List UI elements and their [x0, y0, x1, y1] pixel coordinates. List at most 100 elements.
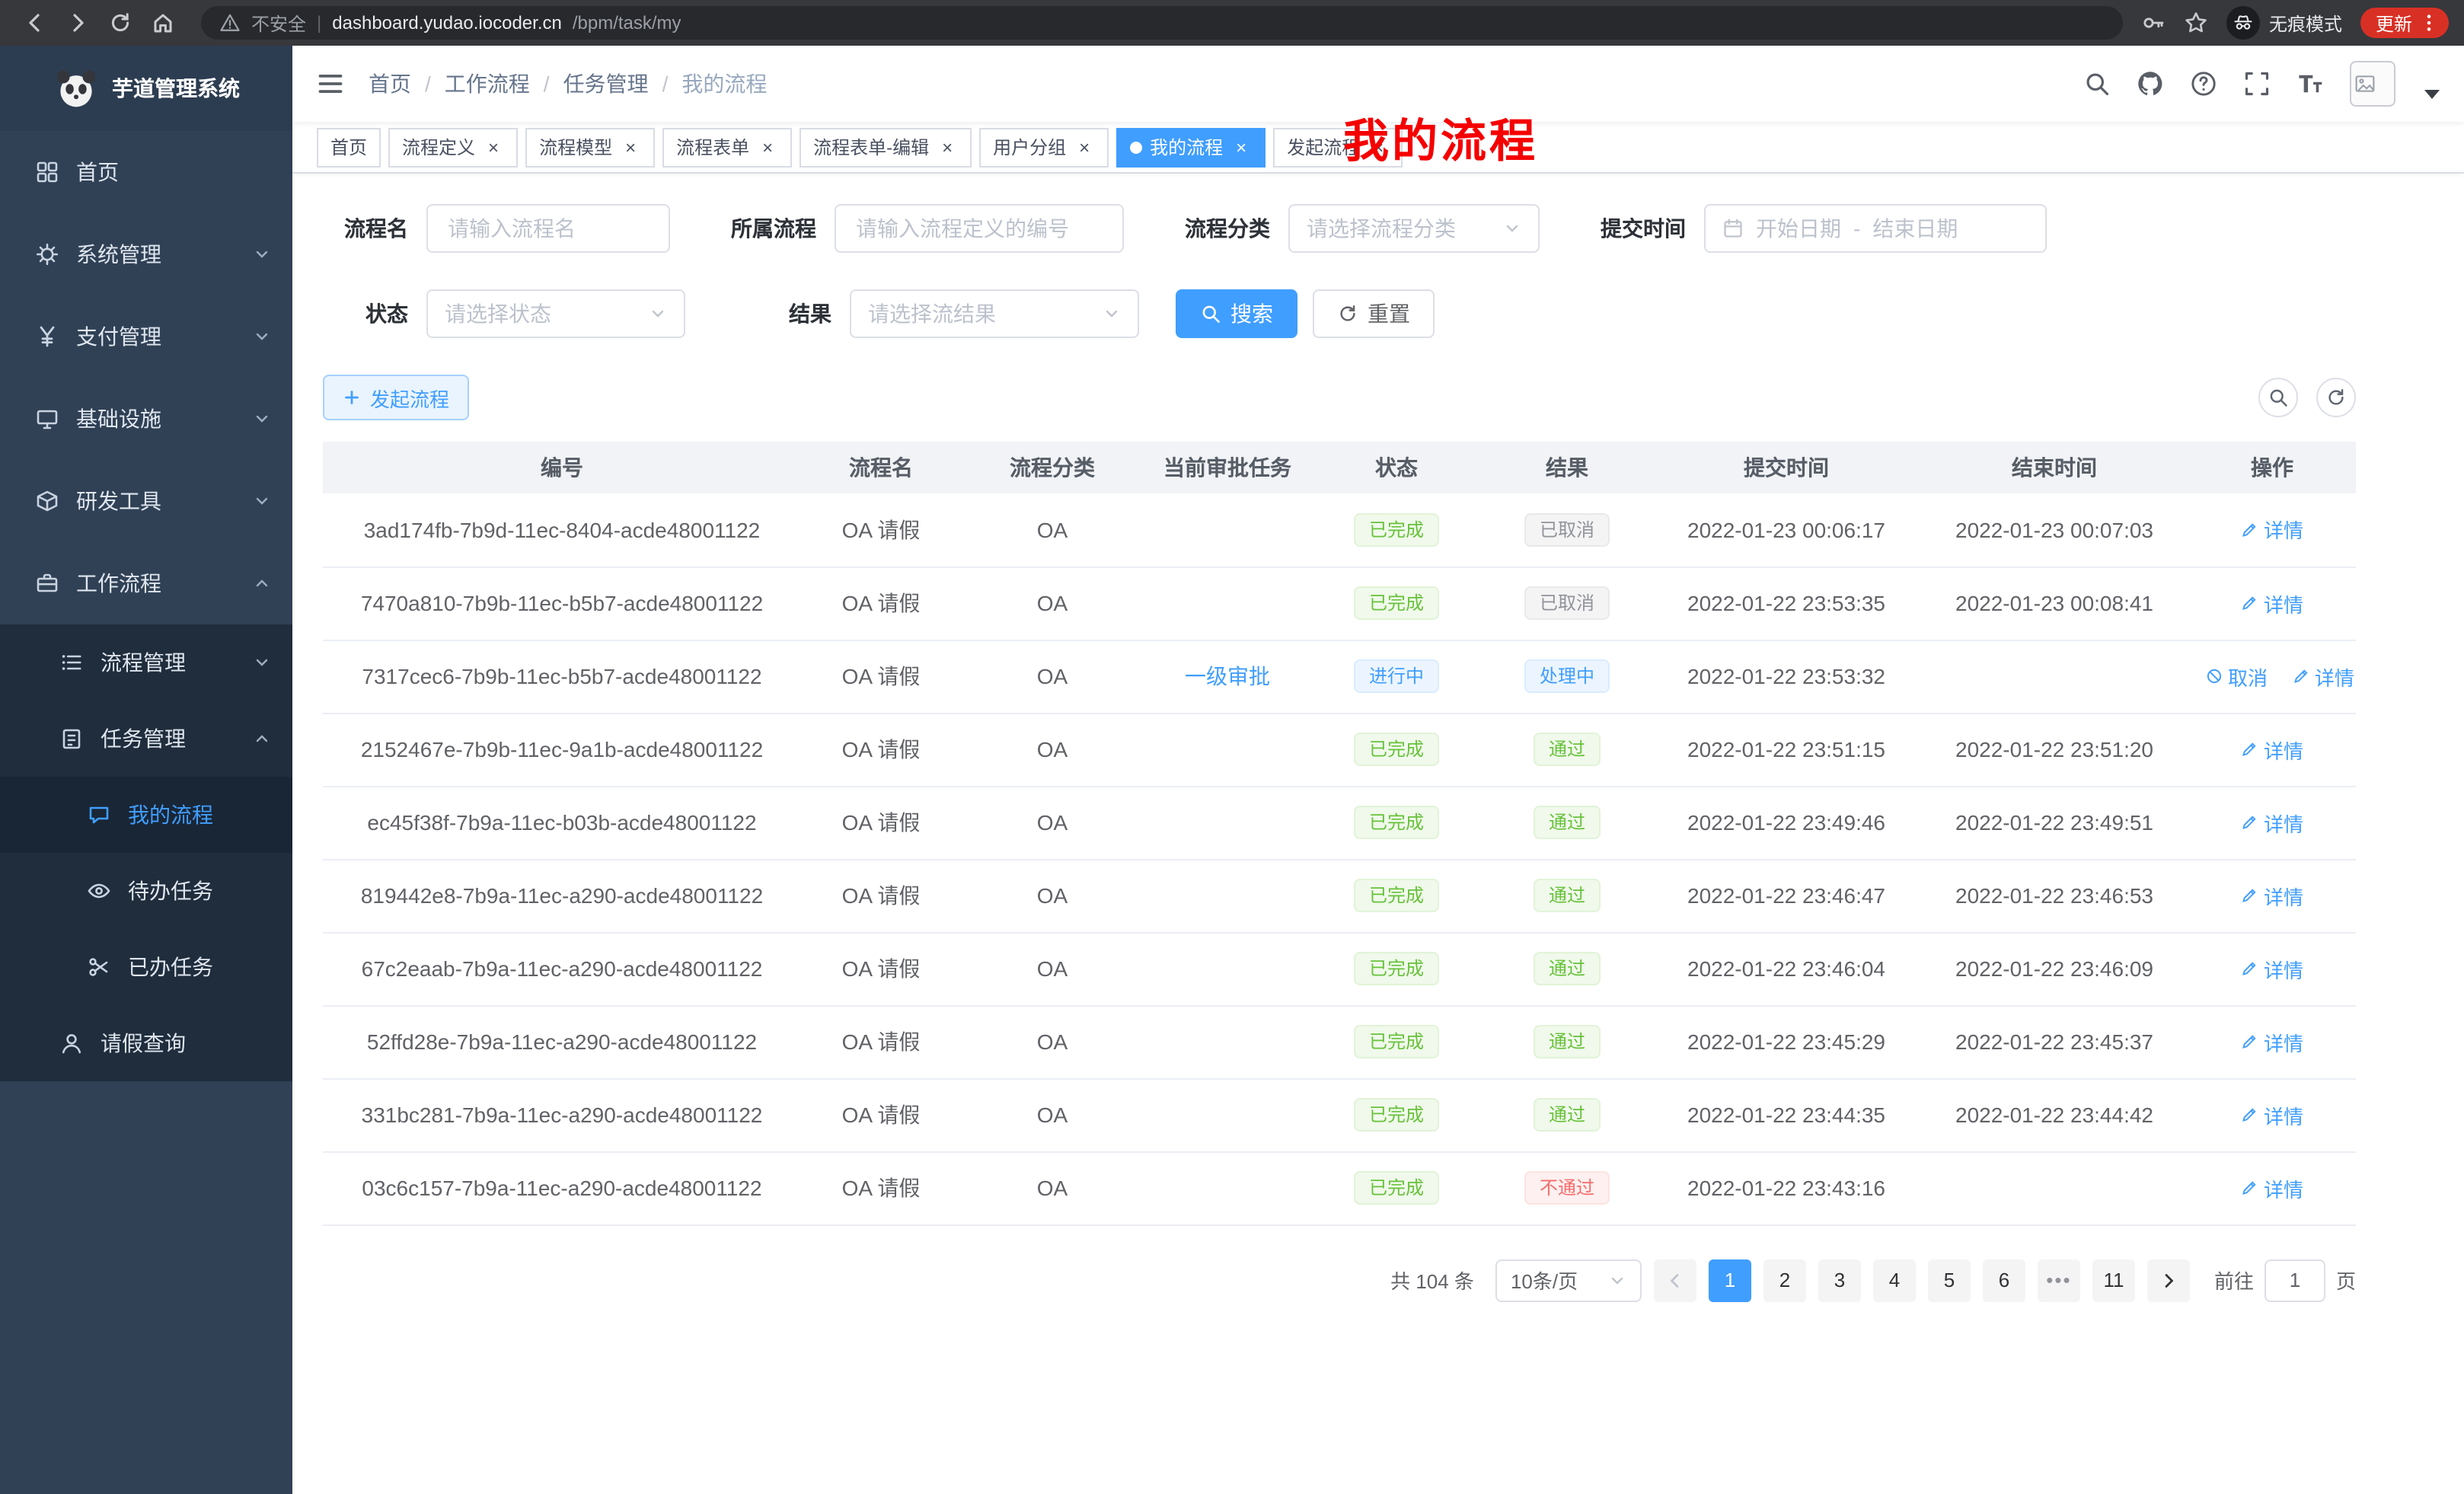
sidebar-item-workflow[interactable]: 工作流程 [0, 542, 292, 624]
page-button-5[interactable]: 5 [1928, 1259, 1971, 1301]
detail-link[interactable]: 详情 [2241, 808, 2303, 837]
result-tag: 通过 [1534, 806, 1601, 839]
prev-page-button[interactable] [1654, 1259, 1696, 1301]
search-button[interactable]: 搜索 [1176, 289, 1297, 338]
sidebar-item-infra[interactable]: 基础设施 [0, 378, 292, 460]
close-icon[interactable]: × [620, 136, 641, 158]
github-icon[interactable] [2137, 70, 2164, 97]
close-icon[interactable]: × [483, 136, 504, 158]
tab-process-definition[interactable]: 流程定义× [388, 127, 518, 167]
page-button-11[interactable]: 11 [2092, 1259, 2135, 1301]
update-button[interactable]: 更新 [2360, 8, 2449, 38]
detail-link[interactable]: 详情 [2241, 516, 2303, 544]
breadcrumb-task-mgmt[interactable]: 任务管理 [563, 69, 649, 99]
cell-id: 7470a810-7b9b-11ec-b5b7-acde48001122 [323, 567, 801, 640]
close-icon[interactable]: × [937, 136, 958, 158]
home-icon[interactable] [143, 5, 183, 41]
header-search-icon[interactable] [2083, 70, 2111, 97]
sidebar-item-task-mgmt[interactable]: 任务管理 [0, 701, 292, 777]
detail-link[interactable]: 详情 [2241, 589, 2303, 618]
toggle-search-icon[interactable] [2258, 378, 2298, 417]
breadcrumb-current: 我的流程 [681, 69, 767, 99]
sidebar-item-home[interactable]: 首页 [0, 131, 292, 213]
cell-submit-time: 2022-01-22 23:46:04 [1652, 932, 1920, 1005]
detail-link[interactable]: 详情 [2241, 1027, 2303, 1056]
sidebar-item-devtools[interactable]: 研发工具 [0, 460, 292, 542]
address-bar[interactable]: 不安全 | dashboard.yudao.iocoder.cn/bpm/tas… [201, 6, 2123, 40]
result-select[interactable]: 请选择流结果 [850, 289, 1139, 338]
cell-name: OA 请假 [801, 493, 961, 567]
reset-button[interactable]: 重置 [1313, 289, 1435, 338]
avatar-caret-icon[interactable] [2424, 90, 2440, 99]
forward-icon[interactable] [58, 5, 97, 41]
process-name-input[interactable] [445, 215, 652, 242]
close-icon[interactable]: × [1368, 136, 1389, 158]
tab-process-model[interactable]: 流程模型× [525, 127, 655, 167]
page-size-select[interactable]: 10条/页 [1495, 1259, 1642, 1301]
page-button-4[interactable]: 4 [1873, 1259, 1916, 1301]
breadcrumb-home[interactable]: 首页 [369, 69, 411, 99]
sidebar-item-process-mgmt[interactable]: 流程管理 [0, 624, 292, 701]
cell-category: OA [961, 713, 1144, 786]
bookmark-star-icon[interactable] [2184, 11, 2208, 35]
start-process-button[interactable]: 发起流程 [323, 375, 469, 420]
next-page-button[interactable] [2147, 1259, 2190, 1301]
help-icon[interactable] [2190, 70, 2217, 97]
password-key-icon[interactable] [2141, 11, 2166, 35]
reload-icon[interactable] [101, 5, 140, 41]
sidebar-item-done-tasks[interactable]: 已办任务 [0, 929, 292, 1005]
sidebar-item-payment[interactable]: 支付管理 [0, 295, 292, 378]
sidebar-item-label: 首页 [76, 157, 119, 187]
cell-name: OA 请假 [801, 1078, 961, 1151]
tab-home[interactable]: 首页 [317, 127, 381, 167]
detail-link[interactable]: 详情 [2241, 954, 2303, 983]
sidebar-item-system[interactable]: 系统管理 [0, 213, 292, 295]
tab-process-form-edit[interactable]: 流程表单-编辑× [800, 127, 972, 167]
goto-page-input[interactable] [2265, 1259, 2325, 1301]
sidebar-item-leave-query[interactable]: 请假查询 [0, 1005, 292, 1081]
process-definition-input[interactable] [853, 215, 1106, 242]
tab-my-process[interactable]: 我的流程× [1116, 127, 1266, 167]
edit-icon [2241, 1033, 2259, 1051]
app-logo[interactable]: 芋道管理系统 [0, 46, 292, 131]
col-result: 结果 [1482, 442, 1652, 493]
detail-link[interactable]: 详情 [2292, 662, 2354, 691]
hamburger-icon[interactable] [317, 70, 344, 97]
page-button-2[interactable]: 2 [1763, 1259, 1806, 1301]
detail-link[interactable]: 详情 [2241, 1173, 2303, 1202]
tab-user-group[interactable]: 用户分组× [979, 127, 1109, 167]
current-task-link[interactable]: 一级审批 [1185, 664, 1270, 688]
breadcrumb-workflow[interactable]: 工作流程 [445, 69, 530, 99]
fullscreen-icon[interactable] [2243, 70, 2271, 97]
navbar: 首页 / 工作流程 / 任务管理 / 我的流程 [292, 46, 2464, 122]
page-button-3[interactable]: 3 [1818, 1259, 1861, 1301]
table-header-row: 编号 流程名 流程分类 当前审批任务 状态 结果 提交时间 结束时间 操作 [323, 442, 2356, 493]
back-icon[interactable] [15, 5, 55, 41]
result-tag: 通过 [1534, 1025, 1601, 1058]
refresh-table-icon[interactable] [2316, 378, 2356, 417]
detail-link[interactable]: 详情 [2241, 881, 2303, 910]
sidebar-item-todo-tasks[interactable]: 待办任务 [0, 853, 292, 929]
tab-process-form[interactable]: 流程表单× [662, 127, 792, 167]
result-tag: 处理中 [1524, 659, 1610, 693]
cancel-link[interactable]: 取消 [2205, 662, 2268, 691]
detail-link[interactable]: 详情 [2241, 735, 2303, 764]
status-select[interactable]: 请选择状态 [426, 289, 685, 338]
close-icon[interactable]: × [1230, 136, 1252, 158]
close-icon[interactable]: × [1074, 136, 1095, 158]
more-pages-button[interactable]: ••• [2038, 1259, 2080, 1301]
close-icon[interactable]: × [757, 136, 778, 158]
font-size-icon[interactable] [2296, 70, 2324, 97]
submit-time-range-picker[interactable]: 开始日期 - 结束日期 [1704, 204, 2047, 253]
edit-icon [2241, 886, 2259, 905]
sidebar-item-my-process[interactable]: 我的流程 [0, 777, 292, 853]
cell-category: OA [961, 786, 1144, 859]
avatar[interactable] [2350, 61, 2395, 107]
page-button-6[interactable]: 6 [1983, 1259, 2025, 1301]
category-select[interactable]: 请选择流程分类 [1288, 204, 1540, 253]
detail-link[interactable]: 详情 [2241, 1100, 2303, 1129]
tab-start-process[interactable]: 发起流程× [1273, 127, 1403, 167]
incognito-icon [2226, 6, 2260, 40]
cell-category: OA [961, 932, 1144, 1005]
page-button-1[interactable]: 1 [1709, 1259, 1751, 1301]
